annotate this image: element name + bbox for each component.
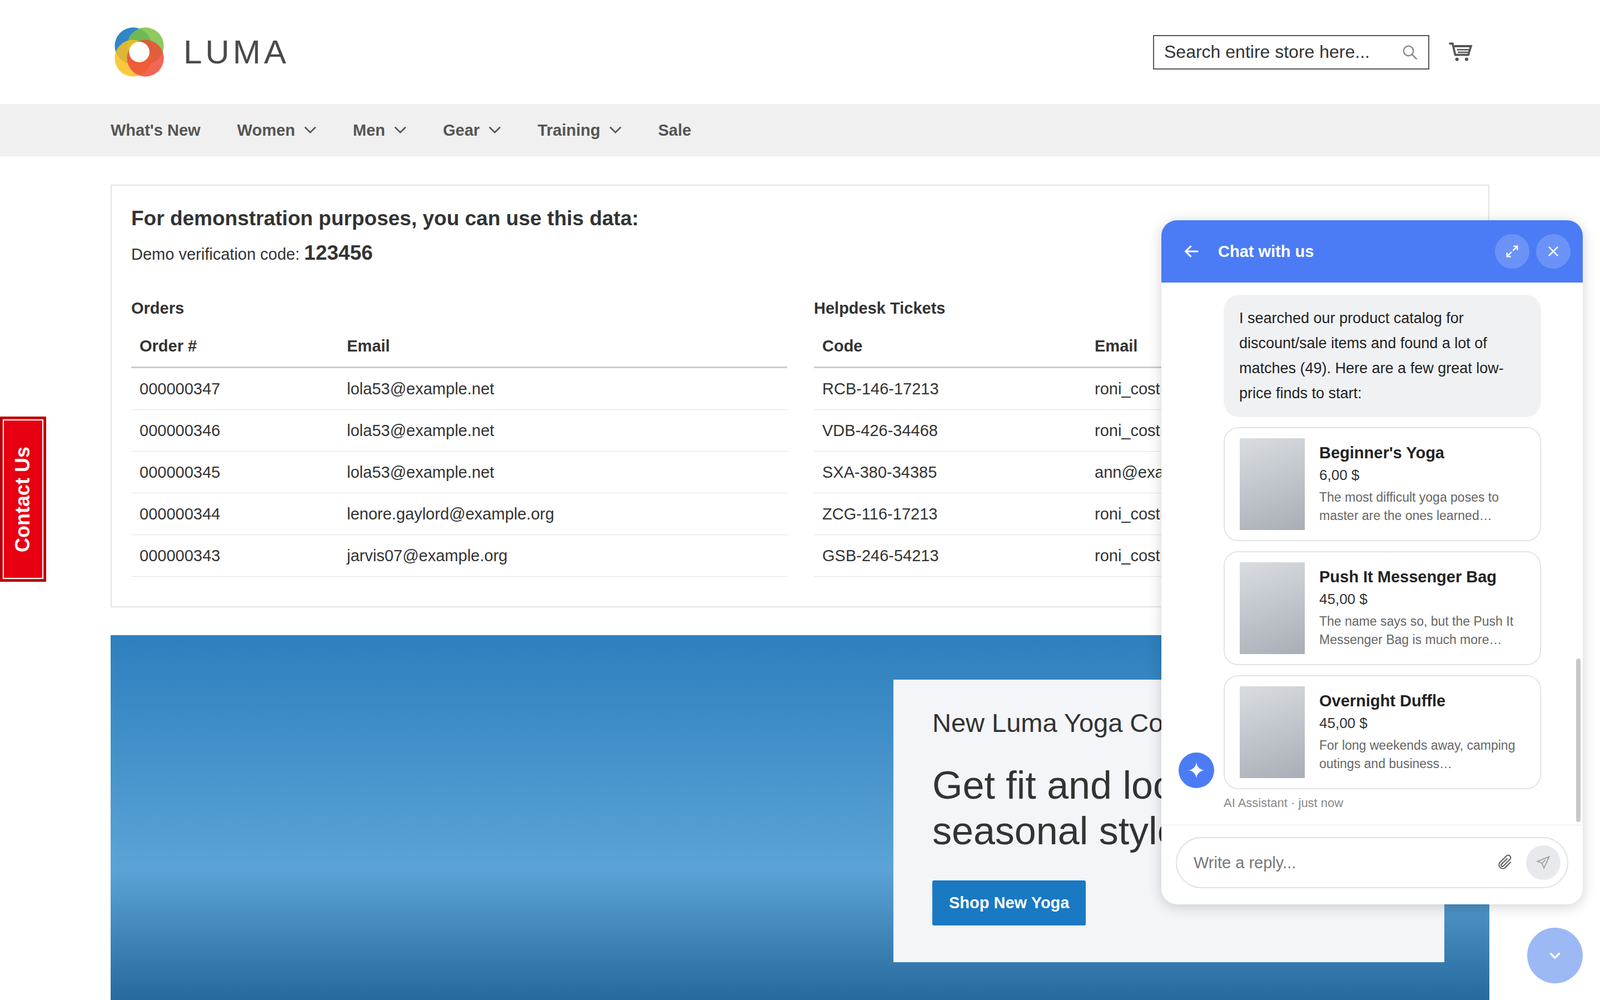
scroll-down-button[interactable]: [1527, 927, 1583, 983]
close-icon: [1545, 243, 1562, 260]
close-button[interactable]: [1536, 234, 1571, 269]
table-row: 000000343jarvis07@example.org: [131, 534, 788, 577]
nav-item[interactable]: Women: [237, 121, 317, 140]
table-cell: RCB-146-17213: [813, 379, 1087, 399]
product-card[interactable]: Push It Messenger Bag 45,00 $ The name s…: [1223, 550, 1542, 665]
chevron-down-icon: [488, 126, 501, 134]
product-price: 45,00 $: [1319, 590, 1529, 608]
table-cell: 000000343: [131, 546, 339, 565]
table-row: 000000347lola53@example.net: [131, 368, 788, 410]
column-header: Code: [813, 336, 1087, 356]
search-field[interactable]: Search entire store here...: [1153, 35, 1430, 70]
product-description: The name says so, but the Push It Messen…: [1319, 612, 1529, 649]
assistant-avatar: [1178, 752, 1215, 788]
shop-button[interactable]: Shop New Yoga: [932, 880, 1086, 926]
logo[interactable]: LUMA: [110, 23, 290, 81]
nav-item[interactable]: Gear: [443, 121, 501, 140]
back-arrow-icon[interactable]: [1182, 241, 1202, 261]
chevron-down-icon: [609, 126, 622, 134]
send-icon: [1535, 854, 1552, 871]
table-cell: 000000344: [131, 504, 339, 524]
product-card[interactable]: Overnight Duffle 45,00 $ For long weeken…: [1223, 674, 1542, 789]
table-cell: SXA-380-34385: [813, 463, 1087, 482]
nav-item[interactable]: What's New: [110, 121, 201, 140]
table-cell: ZCG-116-17213: [813, 504, 1087, 524]
product-name: Overnight Duffle: [1319, 691, 1529, 710]
table-row: 000000345lola53@example.net: [131, 451, 788, 494]
product-image: [1239, 686, 1305, 778]
scrollbar-thumb[interactable]: [1576, 658, 1581, 822]
cart-icon[interactable]: [1448, 41, 1473, 63]
chevron-down-icon: [394, 126, 407, 134]
nav-item[interactable]: Training: [537, 121, 622, 140]
product-description: For long weekends away, camping outings …: [1319, 736, 1529, 773]
orders-table: Orders Order #Email 000000347lola53@exam…: [131, 299, 788, 577]
nav-bar: What's New Women Men Gear Training Sale: [0, 103, 1600, 157]
chat-messages: I searched our product catalog for disco…: [1161, 282, 1583, 825]
table-cell: lola53@example.net: [338, 463, 788, 482]
table-cell: VDB-426-34468: [813, 421, 1087, 440]
column-header: Email: [338, 336, 788, 356]
product-price: 6,00 $: [1319, 466, 1529, 484]
paperclip-icon[interactable]: [1496, 853, 1514, 872]
send-button[interactable]: [1526, 845, 1561, 880]
logo-icon: [110, 23, 168, 81]
table-cell: 000000346: [131, 421, 339, 440]
chat-header: Chat with us: [1161, 220, 1583, 283]
chat-panel: Chat with us I searched our product cata…: [1161, 220, 1583, 904]
product-image: [1239, 438, 1305, 530]
table-cell: lola53@example.net: [338, 421, 788, 440]
page: LUMA Search entire store here... What's …: [0, 0, 1600, 1000]
chevron-down-icon: [304, 126, 317, 134]
chat-footer: Write a reply...: [1161, 824, 1583, 904]
header: LUMA Search entire store here...: [0, 0, 1600, 104]
table-row: 000000344lenore.gaylord@example.org: [131, 493, 788, 535]
table-row: 000000346lola53@example.net: [131, 409, 788, 452]
table-cell: 000000347: [131, 379, 339, 399]
chevron-down-icon: [1545, 945, 1565, 965]
product-name: Push It Messenger Bag: [1319, 567, 1529, 586]
product-description: The most difficult yoga poses to master …: [1319, 488, 1529, 525]
product-card[interactable]: Beginner's Yoga 6,00 $ The most difficul…: [1223, 426, 1542, 541]
table-cell: jarvis07@example.org: [338, 546, 788, 565]
message-bubble: I searched our product catalog for disco…: [1223, 294, 1542, 417]
column-header: Order #: [131, 336, 339, 356]
expand-button[interactable]: [1494, 234, 1530, 269]
reply-input[interactable]: Write a reply...: [1175, 836, 1569, 888]
sparkle-icon: [1186, 760, 1206, 780]
nav-item[interactable]: Men: [353, 121, 407, 140]
table-cell: lola53@example.net: [338, 379, 788, 399]
nav-item[interactable]: Sale: [658, 121, 692, 140]
chat-title: Chat with us: [1218, 242, 1489, 261]
contact-tab[interactable]: Contact Us: [0, 416, 47, 582]
product-image: [1239, 562, 1305, 654]
product-price: 45,00 $: [1319, 714, 1529, 732]
table-title: Orders: [131, 299, 788, 318]
table-cell: 000000345: [131, 463, 339, 482]
search-icon[interactable]: [1401, 43, 1419, 61]
expand-icon: [1504, 243, 1520, 260]
table-cell: GSB-246-54213: [813, 546, 1087, 565]
table-header: Order #Email: [131, 325, 788, 369]
reply-placeholder: Write a reply...: [1193, 853, 1484, 872]
table-cell: lenore.gaylord@example.org: [338, 504, 788, 524]
message-caption: AI Assistant · just now: [1223, 795, 1542, 811]
product-name: Beginner's Yoga: [1319, 443, 1529, 462]
search-placeholder: Search entire store here...: [1164, 41, 1370, 63]
logo-text: LUMA: [183, 32, 290, 72]
